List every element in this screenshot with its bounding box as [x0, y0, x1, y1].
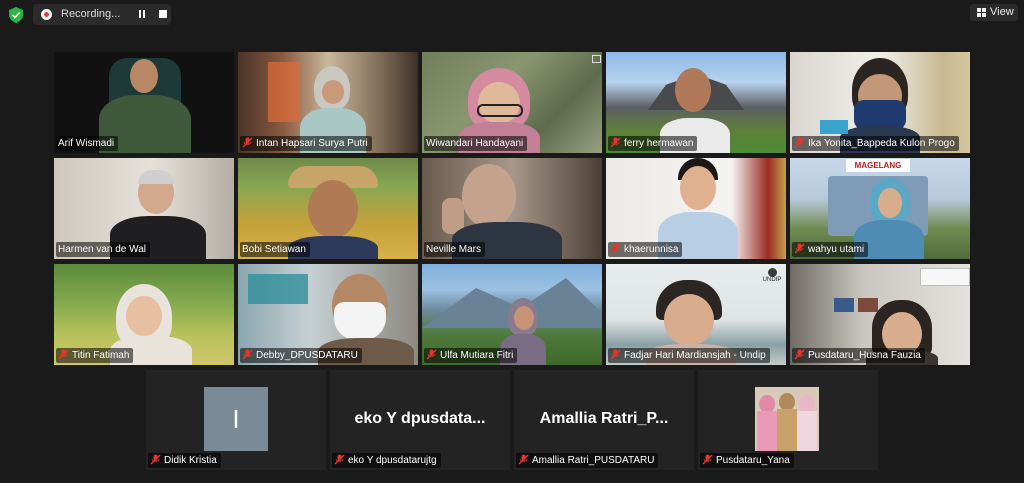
participant-avatar-tile[interactable]: Amallia Ratri_P... Amallia Ratri_PUSDATA… [514, 370, 694, 470]
participant-name: ferry hermawan [608, 136, 698, 151]
participant-display-name: eko Y dpusdata... [354, 410, 486, 427]
participant-video-tile[interactable]: ferry hermawan [606, 52, 786, 153]
participant-avatar-tile[interactable]: eko Y dpusdata... eko Y dpusdatarujtg [330, 370, 510, 470]
participant-avatar-tile[interactable]: I Didik Kristia [146, 370, 326, 470]
stop-recording-button[interactable] [155, 6, 171, 22]
participant-video-tile[interactable]: Neville Mars [422, 158, 602, 259]
participant-video-tile[interactable]: Ika Yonita_Bappeda Kulon Progo [790, 52, 970, 153]
participant-display-name: Amallia Ratri_P... [539, 410, 669, 427]
participant-video-tile[interactable]: Intan Hapsari Surya Putri [238, 52, 418, 153]
participant-avatar-tile[interactable]: Pusdataru_Yana [698, 370, 878, 470]
participant-initial-avatar: I [204, 387, 268, 451]
participant-video-tile[interactable]: Bobi Setiawan [238, 158, 418, 259]
sign-overlay: MAGELANG [846, 159, 910, 172]
participant-video-tile[interactable]: khaerunnisa [606, 158, 786, 259]
participant-name: Intan Hapsari Surya Putri [240, 136, 372, 151]
grid-view-icon [977, 8, 986, 17]
participant-name: khaerunnisa [608, 242, 683, 257]
participant-name: Arif Wismadi [56, 136, 119, 151]
participant-video-tile[interactable]: Debby_DPUSDATARU [238, 264, 418, 365]
recording-indicator: Recording... [33, 4, 171, 25]
participant-name: Pusdataru_Yana [700, 453, 794, 468]
muted-mic-icon [610, 349, 621, 360]
participant-name: eko Y dpusdatarujtg [332, 453, 441, 468]
muted-mic-icon [242, 137, 253, 148]
participant-name: Debby_DPUSDATARU [240, 348, 362, 363]
participant-video-tile[interactable]: Pusdataru_Husna Fauzia [790, 264, 970, 365]
muted-mic-icon [794, 243, 805, 254]
participant-video-tile[interactable]: MAGELANG wahyu utami [790, 158, 970, 259]
view-label: View [990, 6, 1014, 18]
muted-mic-icon [794, 349, 805, 360]
participant-profile-photo [755, 387, 819, 451]
participant-video-tile-active-speaker[interactable]: Wiwandari Handayani [422, 52, 602, 153]
participant-name: Amallia Ratri_PUSDATARU [516, 453, 659, 468]
muted-mic-icon [242, 349, 253, 360]
muted-mic-icon [334, 454, 345, 465]
participant-video-tile[interactable]: Harmen van de Wal [54, 158, 234, 259]
participant-name: Bobi Setiawan [240, 242, 310, 257]
recording-icon [41, 9, 52, 20]
undip-logo: UNDIP [762, 268, 782, 286]
participant-name: Harmen van de Wal [56, 242, 150, 257]
participant-name: wahyu utami [792, 242, 869, 257]
muted-mic-icon [150, 454, 161, 465]
participant-name: Ulfa Mutiara Fitri [424, 348, 518, 363]
participant-name: Titin Fatimah [56, 348, 134, 363]
muted-mic-icon [702, 454, 713, 465]
participant-name: Ika Yonita_Bappeda Kulon Progo [792, 136, 959, 151]
pause-recording-button[interactable] [134, 6, 150, 22]
muted-mic-icon [610, 243, 621, 254]
participant-video-tile[interactable]: Arif Wismadi [54, 52, 234, 153]
participant-name: Neville Mars [424, 242, 486, 257]
muted-mic-icon [610, 137, 621, 148]
participant-name: Didik Kristia [148, 453, 221, 468]
participant-name: Wiwandari Handayani [424, 136, 528, 151]
muted-mic-icon [518, 454, 529, 465]
view-button[interactable]: View [970, 4, 1018, 21]
participant-name: Pusdataru_Husna Fauzia [792, 348, 925, 363]
shield-icon[interactable] [9, 7, 23, 23]
participant-name: Fadjar Hari Mardiansjah - Undip [608, 348, 770, 363]
muted-mic-icon [426, 349, 437, 360]
recording-label: Recording... [61, 8, 121, 20]
muted-mic-icon [794, 137, 805, 148]
participant-video-tile[interactable]: UNDIP Fadjar Hari Mardiansjah - Undip [606, 264, 786, 365]
participant-video-tile[interactable]: Titin Fatimah [54, 264, 234, 365]
meeting-top-bar: Recording... View [0, 0, 1024, 30]
muted-mic-icon [58, 349, 69, 360]
participant-video-tile[interactable]: Ulfa Mutiara Fitri [422, 264, 602, 365]
